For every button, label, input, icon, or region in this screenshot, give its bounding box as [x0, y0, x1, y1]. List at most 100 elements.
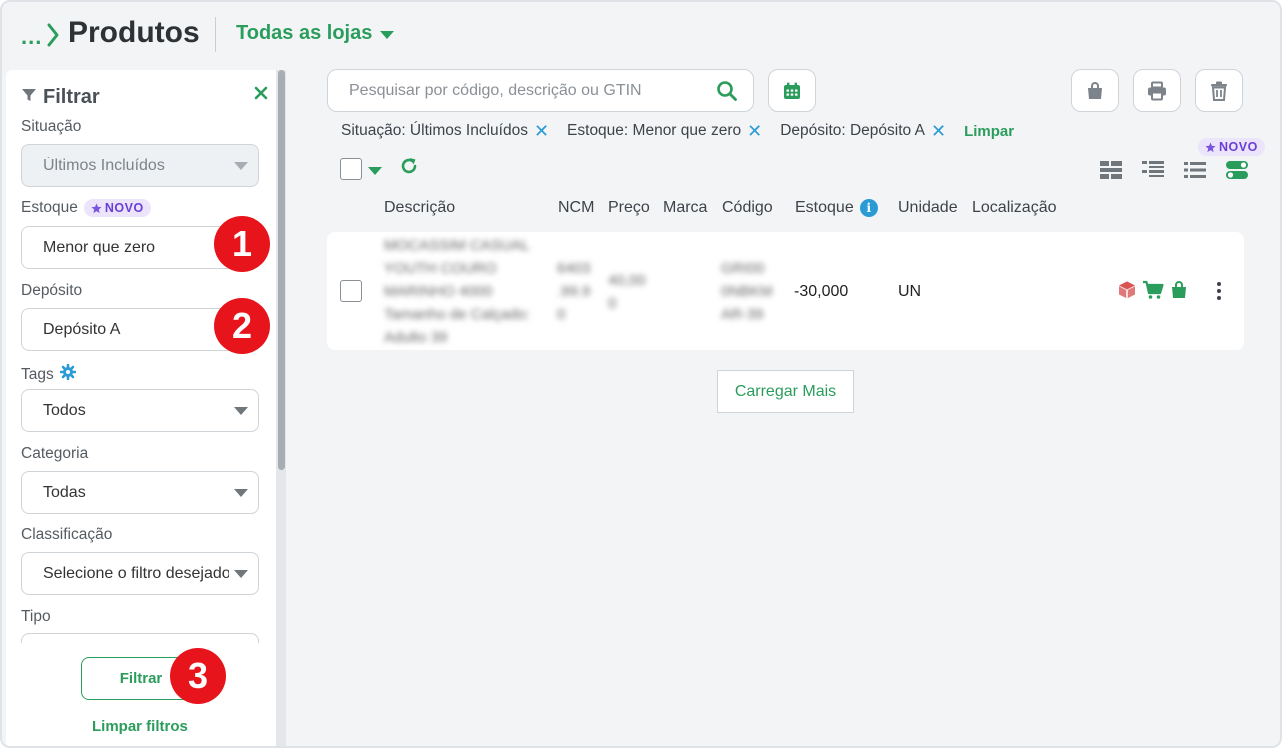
step-marker-1: 1 [214, 216, 270, 272]
deposito-value: Depósito A [43, 320, 121, 338]
deposito-label: Depósito [21, 282, 83, 299]
classificacao-value: Selecione o filtro desejado [43, 564, 229, 582]
column-header-ncm[interactable]: NCM [558, 199, 594, 217]
row-descricao: MOCASSIM CASUAL YOUTH COURO MARINHO 4000… [384, 237, 530, 346]
row-unidade: UN [898, 283, 922, 300]
shopping-bag-button[interactable] [1071, 69, 1119, 112]
more-options-icon[interactable] [1217, 282, 1221, 300]
trash-icon [1211, 81, 1227, 101]
caret-down-icon [234, 570, 248, 578]
sidebar-scrollbar-thumb[interactable] [278, 70, 285, 470]
categoria-label: Categoria [21, 445, 89, 462]
column-header-unidade[interactable]: Unidade [898, 199, 958, 217]
active-filter-chips: Situação: Últimos Incluídos ✕ Estoque: M… [341, 122, 1014, 140]
search-box [327, 69, 754, 112]
search-icon[interactable] [716, 80, 738, 107]
row-preco: 40,00 0 [608, 272, 646, 312]
situacao-value: Últimos Incluídos [43, 156, 165, 174]
filter-sidebar: Filtrar Situação Últimos Incluídos Estoq… [6, 70, 286, 746]
select-all-checkbox[interactable] [340, 158, 362, 180]
tags-value: Todos [43, 401, 86, 419]
close-icon[interactable] [252, 84, 270, 102]
row-ncm: 6403 .99.9 0 [557, 260, 591, 323]
novo-badge-text: NOVO [104, 201, 144, 215]
page-title: Produtos [68, 16, 200, 49]
calendar-button[interactable] [768, 69, 816, 112]
classificacao-label: Classificação [21, 526, 113, 543]
star-icon [1205, 141, 1216, 152]
tags-select[interactable]: Todos [21, 389, 259, 432]
caret-down-icon[interactable] [368, 167, 382, 175]
filter-chip-text: Situação: Últimos Incluídos [341, 122, 528, 139]
filter-header: Filtrar [21, 86, 100, 109]
filter-chip-text: Depósito: Depósito A [780, 122, 925, 139]
printer-icon [1148, 81, 1166, 100]
categoria-value: Todas [43, 483, 86, 501]
grid-list-view-icon[interactable] [1100, 160, 1122, 185]
chevron-right-icon [46, 22, 60, 53]
shopping-bag-icon[interactable] [1169, 280, 1189, 305]
clear-filters-link[interactable]: Limpar filtros [92, 718, 188, 735]
step-marker-3: 3 [170, 648, 226, 704]
caret-down-icon [380, 30, 395, 39]
column-header-codigo[interactable]: Código [722, 199, 773, 217]
compact-list-view-icon[interactable] [1184, 160, 1206, 185]
novo-badge: NOVO [83, 199, 151, 217]
gear-icon[interactable] [59, 363, 77, 385]
print-button[interactable] [1133, 69, 1181, 112]
tags-label-row: Tags [21, 363, 77, 385]
column-header-descricao[interactable]: Descrição [384, 199, 455, 217]
toggle-view-icon[interactable] [1226, 160, 1248, 185]
store-selector[interactable]: Todas as lojas [236, 22, 395, 45]
load-more-button[interactable]: Carregar Mais [717, 370, 854, 413]
remove-chip-icon[interactable]: ✕ [534, 122, 549, 140]
column-header-marca[interactable]: Marca [663, 199, 707, 217]
funnel-icon [21, 87, 37, 108]
search-input[interactable] [328, 81, 698, 100]
filter-chip-estoque: Estoque: Menor que zero ✕ [567, 122, 762, 140]
star-icon [91, 202, 102, 213]
remove-chip-icon[interactable]: ✕ [931, 122, 946, 140]
breadcrumb-ellipsis[interactable]: ... [21, 24, 42, 50]
refresh-icon[interactable] [399, 156, 419, 181]
store-selector-label: Todas as lojas [236, 22, 373, 44]
box-icon[interactable] [1117, 280, 1137, 305]
delete-button[interactable] [1195, 69, 1243, 112]
view-toggles [1100, 160, 1248, 185]
filter-chip-deposito: Depósito: Depósito A ✕ [780, 122, 946, 140]
column-header-localizacao[interactable]: Localização [972, 199, 1057, 217]
column-header-estoque-label: Estoque [795, 199, 854, 216]
estoque-label-row: Estoque NOVO [21, 199, 151, 217]
novo-badge: NOVO [1198, 138, 1265, 156]
situacao-select: Últimos Incluídos [21, 144, 259, 187]
caret-down-icon [234, 162, 248, 170]
classificacao-select[interactable]: Selecione o filtro desejado [21, 552, 259, 595]
step-marker-2: 2 [214, 298, 270, 354]
info-icon[interactable]: i [859, 199, 878, 217]
novo-badge-text: NOVO [1219, 140, 1258, 154]
row-checkbox[interactable] [340, 280, 362, 302]
filter-title: Filtrar [43, 86, 100, 108]
header-divider [215, 17, 216, 52]
caret-down-icon [234, 489, 248, 497]
column-header-estoque[interactable]: Estoque i [795, 199, 878, 217]
estoque-label: Estoque [21, 199, 78, 216]
table-row[interactable]: MOCASSIM CASUAL YOUTH COURO MARINHO 4000… [327, 232, 1244, 350]
situacao-label: Situação [21, 118, 82, 135]
column-header-preco[interactable]: Preço [608, 199, 650, 217]
caret-down-icon [234, 407, 248, 415]
clear-chips-link[interactable]: Limpar [964, 123, 1014, 140]
filter-chip-situacao: Situação: Últimos Incluídos ✕ [341, 122, 549, 140]
tipo-label: Tipo [21, 608, 51, 625]
row-codigo: GRI00 0NBKM AR-39 [721, 260, 773, 323]
calendar-icon [784, 82, 800, 99]
estoque-value: Menor que zero [43, 238, 156, 256]
detailed-list-view-icon[interactable] [1142, 160, 1164, 185]
remove-chip-icon[interactable]: ✕ [747, 122, 762, 140]
cart-icon[interactable] [1142, 280, 1164, 305]
categoria-select[interactable]: Todas [21, 471, 259, 514]
shopping-bag-icon [1088, 81, 1102, 99]
row-action-icons [1117, 280, 1189, 305]
tipo-select[interactable] [21, 633, 259, 643]
tags-label: Tags [21, 365, 54, 383]
